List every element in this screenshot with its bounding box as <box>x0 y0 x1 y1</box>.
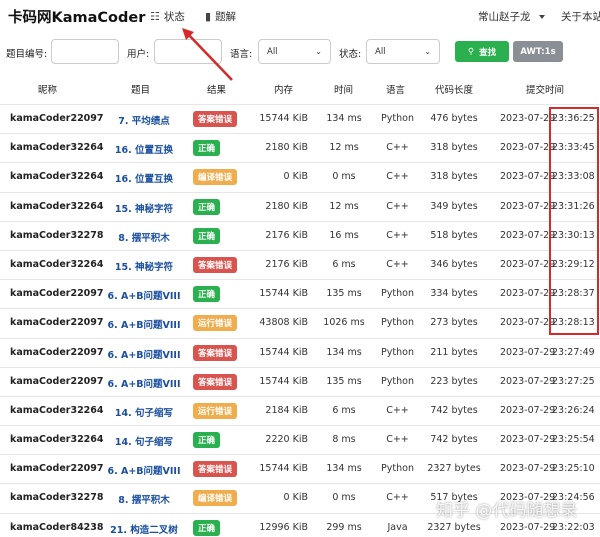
watermark: 知乎 @代码随想录 <box>436 501 578 521</box>
highlight-box <box>549 107 599 335</box>
arrow-shaft <box>185 31 233 81</box>
annotation-arrow <box>182 28 233 81</box>
